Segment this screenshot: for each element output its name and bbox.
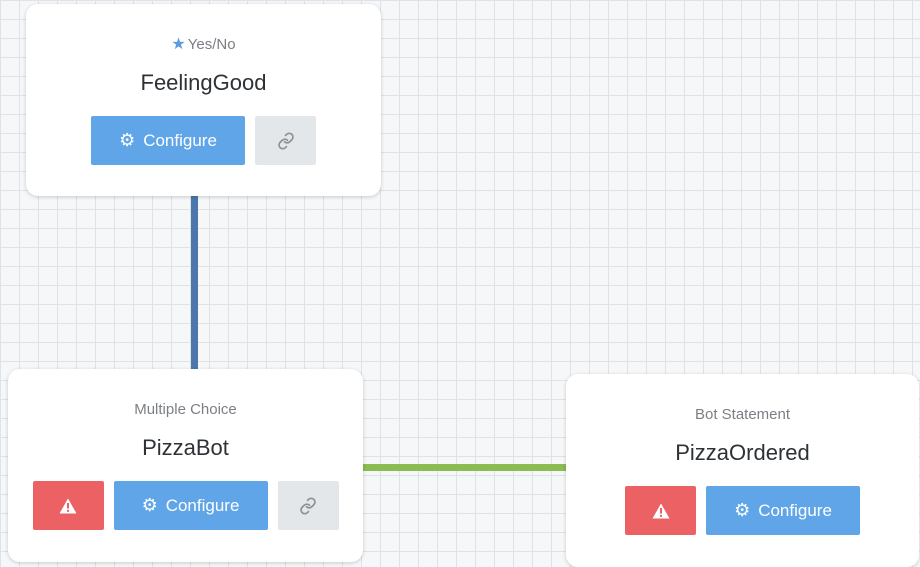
node-type-label: Multiple Choice <box>134 401 237 418</box>
node-type-label: ★ Yes/No <box>26 36 381 54</box>
configure-label: Configure <box>758 500 832 520</box>
configure-button[interactable]: ⚙ Configure <box>706 486 860 535</box>
warning-icon <box>59 498 77 513</box>
gear-icon: ⚙ <box>734 500 751 520</box>
link-button[interactable] <box>255 116 316 165</box>
warning-button[interactable] <box>32 481 104 530</box>
node-pizzaordered[interactable]: Bot Statement PizzaOrdered ⚙ Configure <box>566 374 919 567</box>
star-icon: ★ <box>171 36 186 53</box>
node-feelinggood[interactable]: ★ Yes/No FeelingGood ⚙ Configure <box>26 4 381 196</box>
connector-feelinggood-pizzabot <box>191 192 198 374</box>
node-title: PizzaOrdered <box>675 440 810 465</box>
node-actions: ⚙ Configure <box>8 481 363 530</box>
node-pizzabot[interactable]: Multiple Choice PizzaBot ⚙ Configure <box>8 369 363 562</box>
configure-button[interactable]: ⚙ Configure <box>91 116 245 165</box>
gear-icon: ⚙ <box>119 130 136 150</box>
node-actions: ⚙ Configure <box>26 116 381 165</box>
node-title: FeelingGood <box>140 70 267 95</box>
node-type-label: Bot Statement <box>694 406 791 423</box>
configure-label: Configure <box>165 495 240 515</box>
gear-icon: ⚙ <box>141 495 158 515</box>
connector-pizzabot-pizzaordered <box>360 464 570 471</box>
link-icon <box>300 496 316 515</box>
node-type-text: Yes/No <box>187 36 236 53</box>
link-button[interactable] <box>277 481 339 530</box>
node-title: PizzaBot <box>142 435 229 460</box>
configure-label: Configure <box>143 130 217 150</box>
warning-button[interactable] <box>625 486 696 535</box>
link-icon <box>277 131 294 150</box>
node-actions: ⚙ Configure <box>566 486 919 535</box>
warning-icon <box>652 503 669 518</box>
configure-button[interactable]: ⚙ Configure <box>113 481 268 530</box>
